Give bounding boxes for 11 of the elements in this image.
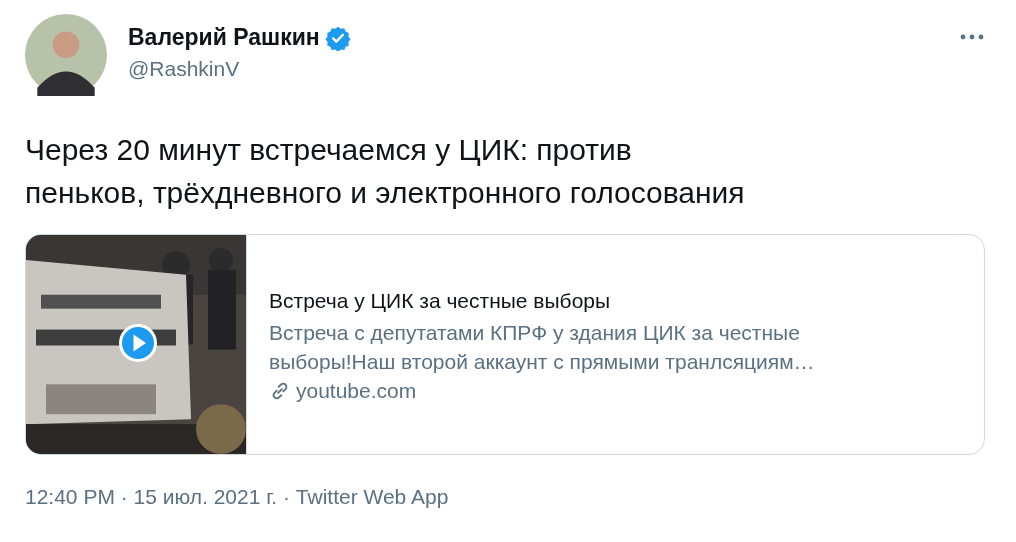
play-button-icon[interactable] [118, 323, 158, 363]
tweet-timestamp: 12:40 PM · 15 июл. 2021 г. · Twitter Web App [25, 485, 449, 509]
author-name[interactable]: Валерий Рашкин [128, 24, 320, 51]
tweet-text: Через 20 минут встречаемся у ЦИК: против пеньков, трёхдневного и электронного голосования [25, 132, 745, 211]
card-title: Встреча у ЦИК за честные выборы [269, 287, 611, 314]
link-card[interactable]: Встреча у ЦИК за честные выборы Встреча с депутатами КПРФ у здания ЦИК за честные выборы!Наш второй аккаунт с прямыми транлсяциям… youtube.com [25, 234, 985, 455]
card-description: Встреча с депутатами КПРФ у здания ЦИК за честные выборы!Наш второй аккаунт с прямыми транлсяциям… [269, 319, 815, 375]
card-domain: youtube.com [296, 378, 417, 403]
author-handle[interactable]: @RashkinV [128, 57, 240, 81]
avatar[interactable] [25, 14, 107, 96]
more-icon[interactable] [960, 34, 984, 40]
